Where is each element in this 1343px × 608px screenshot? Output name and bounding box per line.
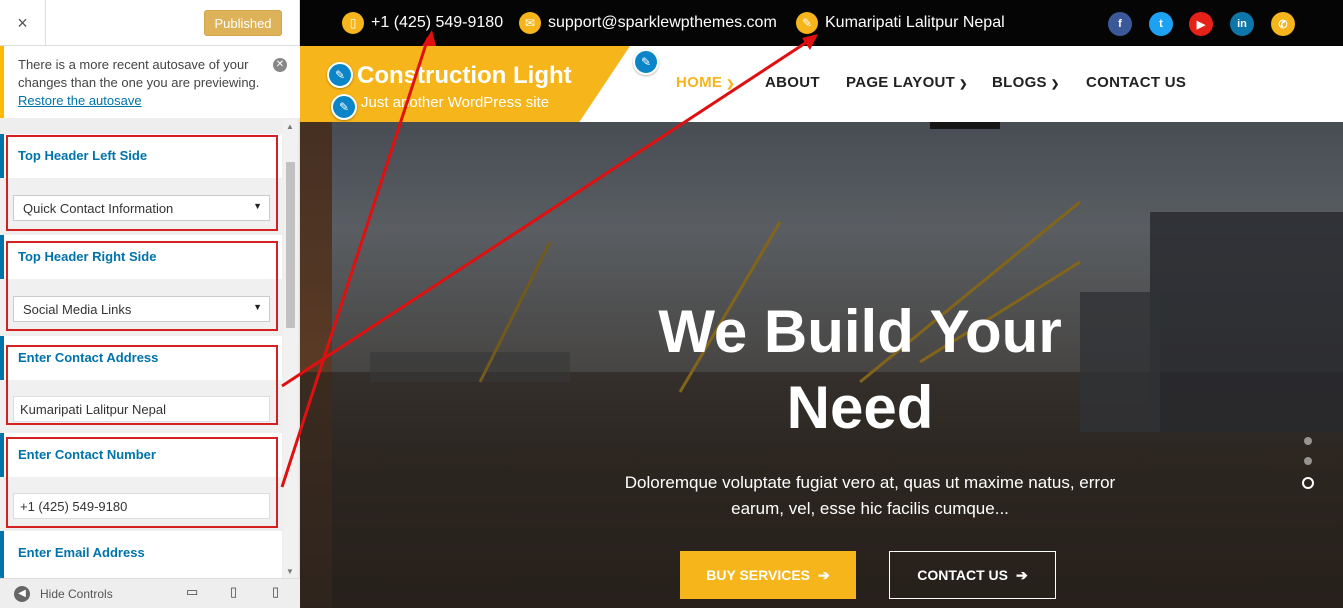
nav-label: PAGE LAYOUT xyxy=(846,74,956,91)
site-preview: ▯ +1 (425) 549-9180 ✉ support@sparklewpt… xyxy=(300,0,1343,608)
email-text: support@sparklewpthemes.com xyxy=(548,14,777,31)
hero-title: We Build Your Need xyxy=(658,298,1062,441)
site-title[interactable]: Construction Light xyxy=(357,62,572,90)
edit-title-pencil-icon[interactable]: ✎ xyxy=(327,62,353,88)
autosave-message: There is a more recent autosave of your … xyxy=(18,57,260,90)
nav-contact-us[interactable]: CONTACT US xyxy=(1086,74,1186,91)
site-tagline: Just another WordPress site xyxy=(361,94,550,111)
contact-us-button[interactable]: CONTACT US ➔ xyxy=(889,551,1056,599)
topbar-phone[interactable]: ▯ +1 (425) 549-9180 xyxy=(342,0,503,46)
sidebar-scrollbar[interactable]: ▲ ▼ xyxy=(283,120,297,578)
restore-autosave-link[interactable]: Restore the autosave xyxy=(18,93,142,108)
linkedin-icon[interactable]: in xyxy=(1230,12,1254,36)
close-customizer-button[interactable]: × xyxy=(0,0,46,46)
phone-text: +1 (425) 549-9180 xyxy=(371,14,504,31)
arrow-right-icon: ➔ xyxy=(1016,566,1028,583)
annotation-box xyxy=(6,345,278,425)
hero-text: Doloremque voluptate fugiat vero at, qua… xyxy=(624,473,1116,518)
annotation-box xyxy=(6,241,278,331)
facebook-icon[interactable]: f xyxy=(1108,12,1132,36)
edit-menu-pencil-icon[interactable]: ✎ xyxy=(633,49,659,75)
envelope-icon: ✉ xyxy=(519,12,541,34)
address-text: Kumaripati Lalitpur Nepal xyxy=(825,14,1005,31)
slider-dot-active[interactable] xyxy=(1302,477,1314,489)
buy-services-label: BUY SERVICES xyxy=(706,567,810,583)
edit-tagline-pencil-icon[interactable]: ✎ xyxy=(331,94,357,120)
phone-icon: ▯ xyxy=(342,12,364,34)
pencil-icon: ✎ xyxy=(796,12,818,34)
customizer-sidebar: × Published There is a more recent autos… xyxy=(0,0,300,608)
topbar-address[interactable]: ✎ Kumaripati Lalitpur Nepal xyxy=(796,0,1005,46)
chevron-down-icon: ❯ xyxy=(1050,79,1060,90)
dismiss-icon[interactable]: ✕ xyxy=(273,58,287,72)
arrow-right-icon: ➔ xyxy=(818,566,830,583)
site-header: Construction Light Just another WordPres… xyxy=(300,46,1343,136)
nav-label: CONTACT US xyxy=(1086,74,1187,91)
annotation-box xyxy=(6,135,278,231)
autosave-notice: There is a more recent autosave of your … xyxy=(0,46,300,118)
control-accent xyxy=(0,531,4,578)
nav-home[interactable]: HOME ❯ xyxy=(676,74,735,91)
mobile-preview-icon[interactable]: ▯ xyxy=(272,584,279,600)
scroll-down-icon[interactable]: ▼ xyxy=(286,567,294,576)
buy-services-button[interactable]: BUY SERVICES ➔ xyxy=(680,551,856,599)
hero-slider: We Build Your Need Doloremque voluptate … xyxy=(300,122,1343,608)
contact-us-label: CONTACT US xyxy=(917,567,1008,583)
customizer-header: × Published xyxy=(0,0,299,46)
desktop-preview-icon[interactable]: ▭ xyxy=(186,584,198,600)
topbar-email[interactable]: ✉ support@sparklewpthemes.com xyxy=(519,0,777,46)
nav-blogs[interactable]: BLOGS ❯ xyxy=(992,74,1060,91)
nav-label: ABOUT xyxy=(765,74,820,91)
annotation-box xyxy=(6,437,278,528)
phone-icon[interactable]: ✆ xyxy=(1271,12,1295,36)
scrollbar-thumb[interactable] xyxy=(286,162,295,328)
tablet-preview-icon[interactable]: ▯ xyxy=(230,584,237,600)
nav-label: BLOGS xyxy=(992,74,1047,91)
publish-button[interactable]: Published xyxy=(204,10,282,36)
hide-controls-label: Hide Controls xyxy=(40,587,113,601)
top-header-bar: ▯ +1 (425) 549-9180 ✉ support@sparklewpt… xyxy=(300,0,1343,46)
youtube-icon[interactable]: ▶ xyxy=(1189,12,1213,36)
nav-page-layout[interactable]: PAGE LAYOUT ❯ xyxy=(846,74,968,91)
close-icon: × xyxy=(17,12,28,33)
control-title: Enter Email Address xyxy=(18,545,145,560)
scroll-up-icon[interactable]: ▲ xyxy=(286,122,294,131)
nav-about[interactable]: ABOUT xyxy=(765,74,820,91)
hide-controls-button[interactable]: ◀ Hide Controls xyxy=(14,586,113,602)
chevron-down-icon: ❯ xyxy=(726,79,735,90)
chevron-down-icon: ❯ xyxy=(959,79,968,90)
twitter-icon[interactable]: t xyxy=(1149,12,1173,36)
slider-dot[interactable] xyxy=(1304,437,1312,445)
nav-label: HOME xyxy=(676,74,723,91)
customizer-footer: ◀ Hide Controls ▭ ▯ ▯ xyxy=(0,578,300,608)
control-email-address: Enter Email Address xyxy=(0,531,282,578)
slider-dot[interactable] xyxy=(1304,457,1312,465)
collapse-icon: ◀ xyxy=(14,586,30,602)
